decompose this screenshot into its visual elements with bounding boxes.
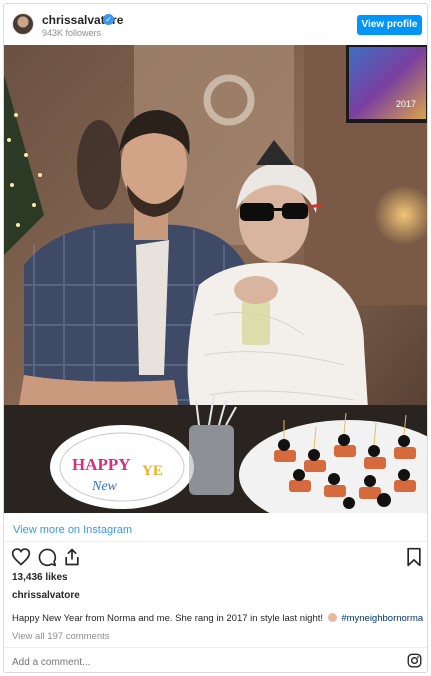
divider xyxy=(4,541,427,542)
comment-input[interactable] xyxy=(12,657,392,668)
bookmark-icon[interactable] xyxy=(404,547,424,567)
heart-icon[interactable] xyxy=(11,547,31,567)
instagram-logo-icon[interactable] xyxy=(407,653,422,668)
caption-text: Happy New Year from Norma and me. She ra… xyxy=(12,613,324,624)
comment-icon[interactable] xyxy=(37,547,57,567)
follower-count: 943K followers xyxy=(42,28,102,38)
share-icon[interactable] xyxy=(62,547,82,567)
view-more-on-instagram-link[interactable]: View more on Instagram xyxy=(13,524,132,536)
view-profile-button[interactable]: View profile xyxy=(357,15,422,35)
post-photo[interactable]: 2017 HAPPY New YE xyxy=(4,45,427,513)
woman-figure xyxy=(187,262,369,425)
emoji-icon xyxy=(327,613,337,622)
verified-check-icon: ✓ xyxy=(103,14,114,25)
avatar[interactable] xyxy=(12,13,34,35)
view-all-comments-link[interactable]: View all 197 comments xyxy=(12,631,110,642)
plate-text-year: YE xyxy=(142,463,163,479)
tv-text: 2017 xyxy=(396,99,416,109)
like-count[interactable]: 13,436 likes xyxy=(12,572,68,583)
plate-text-new: New xyxy=(91,479,118,494)
plate-text-happy: HAPPY xyxy=(72,455,131,474)
hashtag-link[interactable]: #myneighbornorma xyxy=(341,613,423,624)
post-author[interactable]: chrissalvatore xyxy=(12,590,80,601)
divider xyxy=(4,647,427,648)
instagram-embed-card: chrissalvatore ✓ 943K followers View pro… xyxy=(3,3,428,673)
utensil-holder xyxy=(189,425,234,495)
drink-glass xyxy=(242,300,270,345)
caption: Happy New Year from Norma and me. She ra… xyxy=(12,613,423,624)
post-header: chrissalvatore ✓ 943K followers View pro… xyxy=(4,4,427,45)
action-bar xyxy=(4,547,427,569)
sunglasses xyxy=(240,203,274,221)
